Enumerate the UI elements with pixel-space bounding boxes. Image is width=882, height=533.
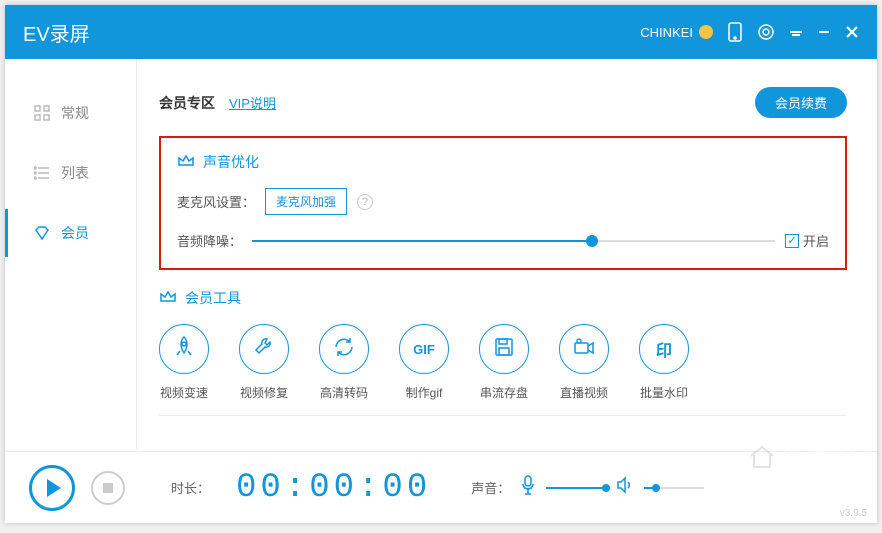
user-info[interactable]: CHINKEI (640, 25, 713, 40)
mic-setting-label: 麦克风设置： (177, 192, 255, 211)
titlebar: EV录屏 CHINKEI (5, 5, 877, 59)
tool-label: 视频变速 (160, 384, 208, 401)
list-icon (33, 164, 51, 182)
checkbox-icon: ✓ (785, 234, 799, 248)
enable-checkbox[interactable]: ✓ 开启 (785, 231, 829, 250)
audio-highlight-box: 声音优化 麦克风设置： 麦克风加强 ? 音频降噪： ✓ (159, 136, 847, 270)
sidebar-item-label: 会员 (61, 223, 89, 243)
mic-icon[interactable] (520, 475, 536, 500)
sidebar-item-list[interactable]: 列表 (5, 149, 136, 197)
speaker-slider[interactable] (644, 487, 704, 489)
grid-icon (33, 104, 51, 122)
close-icon[interactable] (845, 25, 859, 39)
bottombar: 时长： 00:00:00 声音： v3.9.5 (5, 451, 877, 523)
tool-label: 直播视频 (560, 384, 608, 401)
tool-live[interactable]: 直播视频 (559, 324, 609, 401)
dropdown-icon[interactable] (789, 27, 803, 37)
stamp-icon: 印 (656, 337, 672, 361)
tools-grid: 视频变速 视频修复 高清转码 GIF 制作gif 串流存盘 (159, 324, 847, 401)
noise-slider[interactable] (252, 240, 775, 242)
sound-label: 声音： (471, 478, 510, 497)
diamond-icon (33, 224, 51, 242)
noise-label: 音频降噪： (177, 231, 242, 250)
timer-display: 00:00:00 (236, 469, 431, 507)
wrench-icon (252, 335, 276, 364)
tool-repair[interactable]: 视频修复 (239, 324, 289, 401)
app-title: EV录屏 (23, 18, 90, 47)
enable-label: 开启 (803, 231, 829, 250)
duration-label: 时长： (171, 478, 210, 497)
page-title: 会员专区 (159, 93, 215, 113)
tool-transcode[interactable]: 高清转码 (319, 324, 369, 401)
tool-label: 制作gif (406, 384, 443, 401)
version-label: v3.9.5 (840, 508, 867, 519)
renew-button[interactable]: 会员续费 (755, 87, 847, 118)
refresh-icon (332, 335, 356, 364)
sidebar-item-general[interactable]: 常规 (5, 89, 136, 137)
vip-badge-icon (699, 25, 713, 39)
mic-boost-button[interactable]: 麦克风加强 (265, 188, 347, 215)
tool-label: 视频修复 (240, 384, 288, 401)
main-content: 会员专区 VIP说明 会员续费 声音优化 麦克风设置： 麦克风加强 ? (137, 59, 877, 449)
settings-icon[interactable] (757, 23, 775, 41)
crown-icon (177, 153, 195, 171)
stop-icon (103, 483, 113, 493)
stop-button[interactable] (91, 471, 125, 505)
gif-icon: GIF (413, 342, 435, 357)
mic-slider[interactable] (546, 487, 606, 489)
username: CHINKEI (640, 25, 693, 40)
play-icon (47, 479, 61, 497)
sidebar-item-label: 列表 (61, 163, 89, 183)
save-icon (492, 335, 516, 364)
rocket-icon (172, 335, 196, 364)
tool-gif[interactable]: GIF 制作gif (399, 324, 449, 401)
tool-speed[interactable]: 视频变速 (159, 324, 209, 401)
tool-label: 串流存盘 (480, 384, 528, 401)
phone-icon[interactable] (727, 22, 743, 42)
sidebar-item-member[interactable]: 会员 (5, 209, 136, 257)
help-icon[interactable]: ? (357, 194, 373, 210)
separator (159, 415, 847, 416)
tool-watermark[interactable]: 印 批量水印 (639, 324, 689, 401)
tool-label: 高清转码 (320, 384, 368, 401)
minimize-icon[interactable] (817, 25, 831, 39)
camera-icon (572, 335, 596, 364)
sidebar-item-label: 常规 (61, 103, 89, 123)
sidebar: 常规 列表 会员 (5, 59, 137, 449)
tool-label: 批量水印 (640, 384, 688, 401)
audio-title: 声音优化 (203, 152, 259, 172)
speaker-icon[interactable] (616, 476, 634, 499)
tool-stream[interactable]: 串流存盘 (479, 324, 529, 401)
crown-icon (159, 289, 177, 307)
record-button[interactable] (29, 465, 75, 511)
vip-link[interactable]: VIP说明 (229, 93, 276, 112)
tools-title: 会员工具 (185, 288, 241, 308)
